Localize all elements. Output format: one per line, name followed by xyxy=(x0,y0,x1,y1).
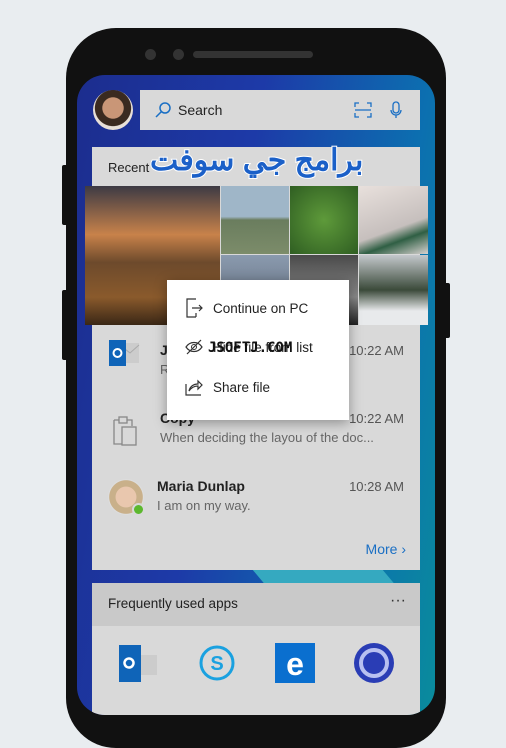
menu-item-label: Share file xyxy=(213,379,271,395)
search-bar[interactable]: Search xyxy=(140,90,420,130)
watermark-latin: JSOFTJ.COM xyxy=(208,340,293,356)
search-placeholder: Search xyxy=(178,102,223,118)
recent-title: Recent xyxy=(108,160,150,175)
item-time: 10:22 AM xyxy=(349,343,404,358)
share-icon xyxy=(185,379,203,396)
svg-text:S: S xyxy=(210,653,223,675)
menu-item-share-file[interactable]: Share file xyxy=(185,378,270,396)
more-label: More xyxy=(365,541,398,557)
apps-title: Frequently used apps xyxy=(108,596,238,611)
edge-app-icon[interactable]: e xyxy=(275,643,315,683)
continue-on-pc-icon xyxy=(186,298,203,318)
more-link[interactable]: More › xyxy=(366,541,406,557)
photo-thumbnail[interactable] xyxy=(290,186,358,254)
chevron-right-icon: › xyxy=(401,541,406,557)
microphone-icon[interactable] xyxy=(390,101,402,119)
item-subtitle: When deciding the layou of the doc... xyxy=(160,430,374,445)
speaker xyxy=(193,51,313,58)
camera xyxy=(145,49,156,60)
scan-icon[interactable] xyxy=(354,102,372,118)
menu-item-continue-on-pc[interactable]: Continue on PC xyxy=(185,298,308,318)
more-options-icon[interactable]: ··· xyxy=(390,592,406,610)
message-badge-icon xyxy=(132,503,145,516)
skype-app-icon[interactable]: S xyxy=(197,643,237,683)
menu-item-label: Continue on PC xyxy=(213,300,309,316)
item-time: 10:28 AM xyxy=(349,479,404,494)
search-icon xyxy=(155,102,171,118)
item-name[interactable]: Maria Dunlap xyxy=(157,478,245,494)
apps-card: Frequently used apps ··· S e xyxy=(92,583,420,715)
item-time: 10:22 AM xyxy=(349,411,404,426)
outlook-icon xyxy=(109,340,140,366)
sensor xyxy=(173,49,184,60)
outlook-app-icon[interactable] xyxy=(118,643,158,683)
avatar[interactable] xyxy=(93,90,133,130)
photo-thumbnail[interactable] xyxy=(221,186,289,254)
watermark-arabic: برامج جي سوفت xyxy=(149,143,364,178)
photo-thumbnail[interactable] xyxy=(359,186,428,254)
item-subtitle: I am on my way. xyxy=(157,498,251,513)
photo-thumbnail[interactable] xyxy=(359,255,428,325)
cortana-app-icon[interactable] xyxy=(354,643,394,683)
clipboard-icon xyxy=(113,416,137,446)
svg-text:e: e xyxy=(286,646,304,682)
hide-icon xyxy=(185,339,203,355)
